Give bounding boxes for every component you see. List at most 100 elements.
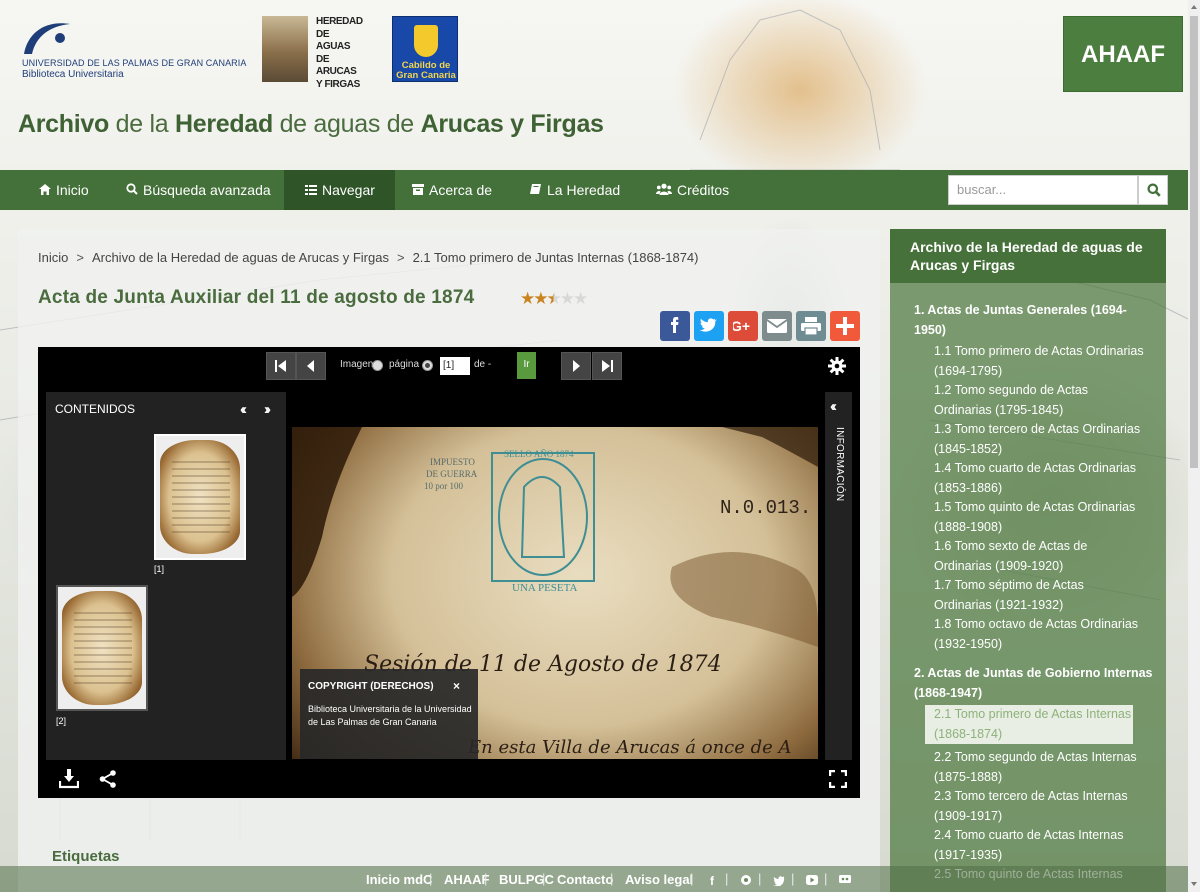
nav-item-creditos[interactable]: Créditos [638, 170, 747, 210]
cabildo-logo-text: Cabildo de Gran Canaria [393, 61, 459, 81]
breadcrumb-link-inicio[interactable]: Inicio [38, 250, 68, 265]
sidebar-section-1[interactable]: 1. Actas de Juntas Generales (1694-1950) [914, 301, 1154, 340]
collapse-info-icon[interactable]: ‹‹ [830, 398, 837, 415]
nav-item-navegar[interactable]: Navegar [284, 170, 395, 210]
page-number-input[interactable]: [1] [440, 357, 470, 375]
star-icon[interactable]: ★ [533, 289, 548, 308]
title-part: Archivo [18, 110, 109, 138]
first-page-icon [275, 360, 286, 372]
flickr-icon[interactable] [740, 873, 752, 885]
email-share-button[interactable] [762, 311, 792, 341]
sidebar-title[interactable]: Archivo de la Heredad de aguas de Arucas… [890, 229, 1166, 283]
footer-link-5[interactable]: Aviso legal [625, 872, 693, 887]
heredad-logo[interactable]: HEREDAD DE AGUAS DE ARUCAS Y FIRGAS [262, 16, 363, 90]
prev-page-icon [307, 360, 314, 372]
users-icon [656, 171, 672, 211]
email-icon [767, 319, 787, 333]
information-panel[interactable]: ‹‹ INFORMACIÓN [825, 392, 852, 760]
mode-page-radio[interactable] [422, 360, 433, 371]
page-scrollbar[interactable] [1188, 0, 1200, 892]
next-page-button[interactable] [561, 352, 591, 380]
sidebar-item-1-5[interactable]: 1.5 Tomo quinto de Actas Ordinarias (188… [934, 498, 1144, 537]
sidebar-item-2-4[interactable]: 2.4 Tomo cuarto de Actas Internas (1917-… [934, 826, 1144, 865]
footer-link-4[interactable]: Contacto [557, 872, 613, 887]
search-icon [1147, 183, 1161, 197]
book-icon [529, 171, 542, 211]
youtube-icon[interactable] [806, 873, 818, 885]
fullscreen-icon[interactable] [829, 770, 847, 788]
site-title[interactable]: Archivo de la Heredad de aguas de Arucas… [18, 110, 604, 139]
first-page-button[interactable] [266, 352, 296, 380]
settings-gear-icon[interactable] [828, 357, 846, 375]
document-number: N.0.013. [720, 497, 811, 519]
thumbnail-writing [74, 607, 132, 689]
tags-heading: Etiquetas [52, 848, 120, 865]
nav-item-acerca[interactable]: Acerca de [393, 170, 510, 210]
next-page-icon [573, 360, 580, 372]
search-input[interactable]: buscar... [948, 175, 1138, 205]
thumbnail-writing [172, 456, 230, 538]
download-icon[interactable] [59, 769, 79, 789]
more-icon [836, 317, 854, 335]
sidebar-section-2[interactable]: 2. Actas de Juntas de Gobierno Internas … [914, 664, 1154, 703]
footer-link-2[interactable]: AHAAF [444, 872, 490, 887]
mode-image-radio[interactable] [372, 360, 383, 371]
sidebar-item-1-1[interactable]: 1.1 Tomo primero de Actas Ordinarias (16… [934, 342, 1144, 381]
expand-right-icon[interactable]: ›› [264, 401, 271, 418]
share-icon[interactable] [99, 770, 117, 788]
go-button[interactable]: Ir [517, 352, 536, 379]
nav-item-inicio[interactable]: Inicio [20, 170, 107, 210]
sidebar-item-2-3[interactable]: 2.3 Tomo tercero de Actas Internas (1909… [934, 787, 1144, 826]
nav-item-busqueda[interactable]: Búsqueda avanzada [107, 170, 289, 210]
rating-stars[interactable]: ★★★★★ [520, 289, 588, 309]
scroll-down-arrow-icon[interactable] [1191, 882, 1197, 886]
star-icon[interactable]: ★ [547, 289, 562, 308]
site-footer: Inicio mdC | AHAAF | BULPGC | Contacto | Aviso l… [0, 866, 1200, 892]
thumbnail-page-1[interactable] [154, 434, 246, 560]
twitter-icon[interactable] [773, 873, 785, 887]
heredad-church-image [262, 16, 308, 82]
scroll-up-arrow-icon[interactable] [1191, 5, 1197, 9]
document-line-2: En esta Villa de Arucas á once de A [467, 737, 792, 758]
star-icon[interactable]: ★ [573, 289, 588, 308]
heredad-line: DE AGUAS [316, 28, 351, 53]
svg-text:G+: G+ [733, 318, 750, 334]
breadcrumb-link-archivo[interactable]: Archivo de la Heredad de aguas de Arucas… [92, 250, 389, 265]
footer-link-3[interactable]: BULPGC [499, 872, 554, 887]
prev-page-button[interactable] [296, 352, 326, 380]
sidebar-item-1-6[interactable]: 1.6 Tomo sexto de Actas de Ordinarias (1… [934, 537, 1144, 576]
nav-label: Navegar [322, 182, 375, 198]
close-icon[interactable]: × [453, 679, 460, 693]
mode-image-label: Imagen [340, 359, 374, 370]
breadcrumb-link-tomo[interactable]: 2.1 Tomo primero de Juntas Internas (186… [413, 250, 699, 265]
impuesto-line: DE GUERRA [426, 469, 478, 479]
ulpgc-logo[interactable]: UNIVERSIDAD DE LAS PALMAS DE GRAN CANARI… [20, 18, 246, 80]
ahaaf-button[interactable]: AHAAF [1063, 16, 1183, 92]
last-page-button[interactable] [592, 352, 622, 380]
sidebar-item-1-3[interactable]: 1.3 Tomo tercero de Actas Ordinarias (18… [934, 420, 1144, 459]
sidebar-item-1-4[interactable]: 1.4 Tomo cuarto de Actas Ordinarias (185… [934, 459, 1144, 498]
collapse-left-icon[interactable]: ‹‹ [240, 401, 247, 418]
print-share-button[interactable] [796, 311, 826, 341]
search-button[interactable] [1138, 175, 1168, 205]
sidebar-item-1-7[interactable]: 1.7 Tomo séptimo de Actas Ordinarias (19… [934, 576, 1144, 615]
nav-label: Acerca de [429, 182, 493, 198]
more-share-button[interactable] [830, 311, 860, 341]
star-icon[interactable]: ★ [520, 289, 535, 308]
thumbnail-page-2[interactable] [56, 585, 148, 711]
sidebar-item-1-8[interactable]: 1.8 Tomo octavo de Actas Ordinarias (193… [934, 615, 1144, 654]
footer-link-1[interactable]: Inicio mdC [366, 872, 432, 887]
facebook-share-button[interactable] [660, 311, 690, 341]
google-plus-share-button[interactable]: G+ [728, 311, 758, 341]
impuesto-line: 10 por 100 [424, 481, 463, 491]
facebook-icon[interactable]: f [707, 873, 719, 888]
slideshare-icon[interactable] [839, 873, 851, 885]
sidebar-item-2-2[interactable]: 2.2 Tomo segundo de Actas Internas (1875… [934, 748, 1144, 787]
sidebar-item-2-1[interactable]: 2.1 Tomo primero de Actas Internas (1868… [925, 705, 1133, 744]
twitter-share-button[interactable] [694, 311, 724, 341]
scrollbar-thumb[interactable] [1190, 16, 1198, 468]
star-icon[interactable]: ★ [560, 289, 575, 308]
cabildo-logo[interactable]: Cabildo de Gran Canaria [392, 16, 458, 82]
sidebar-item-1-2[interactable]: 1.2 Tomo segundo de Actas Ordinarias (17… [934, 381, 1144, 420]
nav-item-heredad[interactable]: La Heredad [511, 170, 638, 210]
